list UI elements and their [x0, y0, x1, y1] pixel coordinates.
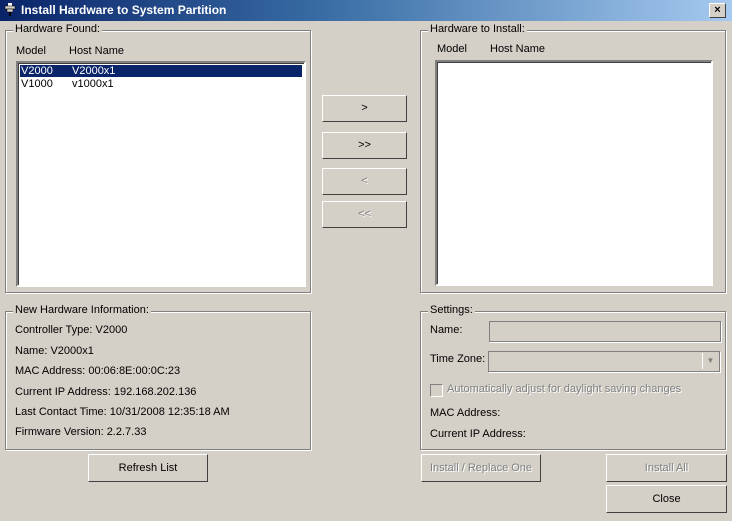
- close-window-button[interactable]: ×: [709, 3, 726, 18]
- hardware-name-text: Name: V2000x1: [15, 345, 94, 357]
- col-header-model[interactable]: Model: [437, 43, 467, 55]
- firmware-version-text: Firmware Version: 2.2.7.33: [15, 426, 147, 438]
- col-header-host-name[interactable]: Host Name: [69, 45, 124, 57]
- new-hardware-info-label: New Hardware Information:: [13, 304, 151, 316]
- remove-all-button[interactable]: <<: [322, 201, 407, 228]
- last-contact-text: Last Contact Time: 10/31/2008 12:35:18 A…: [15, 406, 230, 418]
- name-label: Name:: [430, 324, 463, 336]
- timezone-label: Time Zone:: [430, 353, 486, 365]
- list-item[interactable]: V2000 V2000x1: [19, 64, 303, 78]
- col-header-model[interactable]: Model: [16, 45, 46, 57]
- settings-label: Settings:: [428, 304, 475, 316]
- chevron-down-icon[interactable]: ▼: [702, 353, 718, 369]
- hardware-to-install-list[interactable]: [435, 60, 713, 286]
- list-item-host: V2000x1: [72, 65, 116, 77]
- timezone-dropdown[interactable]: ▼: [488, 351, 720, 372]
- list-item-host: v1000x1: [72, 78, 114, 90]
- hardware-found-group: Hardware Found: Model Host Name V2000 V2…: [5, 23, 311, 293]
- add-all-button[interactable]: >>: [322, 132, 407, 159]
- hardware-found-label: Hardware Found:: [13, 23, 102, 35]
- list-item[interactable]: V1000 v1000x1: [20, 78, 302, 90]
- app-icon: [4, 3, 16, 16]
- window-title: Install Hardware to System Partition: [21, 3, 227, 17]
- ip-address-text: Current IP Address: 192.168.202.136: [15, 386, 197, 398]
- hardware-to-install-group: Hardware to Install: Model Host Name: [420, 23, 726, 293]
- add-one-button[interactable]: >: [322, 95, 407, 122]
- mac-address-label: MAC Address:: [430, 407, 501, 419]
- name-field[interactable]: [489, 321, 721, 342]
- controller-type-text: Controller Type: V2000: [15, 324, 128, 336]
- settings-group: Settings: Name: Time Zone: ▼ Automatical…: [420, 304, 726, 450]
- new-hardware-info-group: New Hardware Information: Controller Typ…: [5, 304, 311, 450]
- install-replace-one-button[interactable]: Install / Replace One: [421, 454, 541, 482]
- list-item-model: V1000: [21, 78, 53, 90]
- refresh-list-button[interactable]: Refresh List: [88, 454, 208, 482]
- dst-label: Automatically adjust for daylight saving…: [447, 383, 682, 395]
- hardware-found-list[interactable]: V2000 V2000x1 V1000 v1000x1: [16, 61, 306, 287]
- current-ip-label: Current IP Address:: [430, 428, 526, 440]
- dst-checkbox[interactable]: [430, 384, 443, 397]
- hardware-to-install-label: Hardware to Install:: [428, 23, 527, 35]
- mac-address-text: MAC Address: 00:06:8E:00:0C:23: [15, 365, 181, 377]
- install-all-button[interactable]: Install All: [606, 454, 727, 482]
- title-bar: Install Hardware to System Partition ×: [0, 0, 732, 21]
- col-header-host-name[interactable]: Host Name: [490, 43, 545, 55]
- remove-one-button[interactable]: <: [322, 168, 407, 195]
- close-button[interactable]: Close: [606, 485, 727, 513]
- list-item-model: V2000: [21, 65, 53, 77]
